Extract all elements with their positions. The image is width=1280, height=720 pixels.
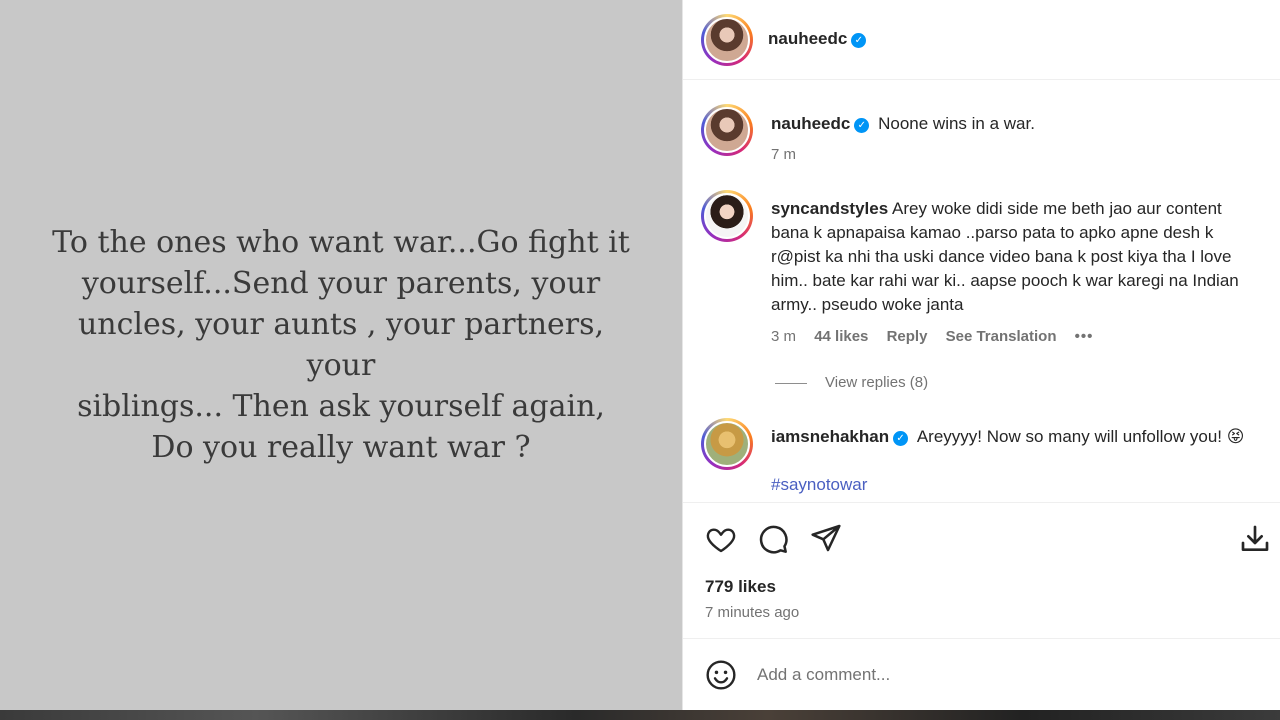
post-time: 7 minutes ago bbox=[705, 604, 800, 621]
quote-line: uncles, your aunts , your partners, your bbox=[77, 307, 605, 383]
likes-count[interactable]: 779 likes bbox=[705, 577, 776, 597]
comment-avatar[interactable] bbox=[701, 190, 753, 242]
post-side-panel: nauheedc ✓ nauheedc ✓ Noone wins in a war.… bbox=[682, 0, 1280, 710]
paper-plane-icon[interactable] bbox=[810, 522, 842, 559]
comment-body: syncandstyles Arey woke didi side me bet… bbox=[771, 197, 1271, 317]
comment-body: iamsnehakhan ✓ Areyyyy! Now so many will … bbox=[771, 425, 1280, 449]
post-actions: 779 likes 7 minutes ago bbox=[683, 502, 1280, 638]
comment-bubble-icon[interactable] bbox=[757, 523, 789, 560]
verified-badge-icon: ✓ bbox=[851, 33, 867, 48]
author-avatar[interactable] bbox=[701, 14, 753, 66]
laughing-emoji-icon: 😝 bbox=[1226, 427, 1245, 446]
caption-text: Noone wins in a war. bbox=[878, 114, 1035, 133]
hashtag-link[interactable]: #saynotowar bbox=[771, 475, 867, 495]
caption: nauheedc ✓ Noone wins in a war. bbox=[771, 112, 1035, 136]
comment-username[interactable]: iamsnehakhan bbox=[771, 427, 889, 446]
verified-badge-icon: ✓ bbox=[893, 431, 909, 446]
comment-bar bbox=[683, 638, 1280, 710]
comment-text: army.. pseudo woke janta bbox=[771, 295, 964, 314]
comment-username[interactable]: syncandstyles bbox=[771, 199, 888, 218]
view-replies-button[interactable]: View replies (8) bbox=[775, 374, 942, 391]
comment-text: r@pist ka nhi tha uski dance video bana … bbox=[771, 247, 1232, 266]
post-image: To the ones who want war...Go fight it y… bbox=[0, 0, 682, 710]
quote-line: yourself...Send your parents, your bbox=[81, 266, 601, 301]
comment-time: 3 m bbox=[771, 328, 797, 345]
post-quote: To the ones who want war...Go fight it y… bbox=[41, 222, 641, 468]
background-strip bbox=[0, 710, 1280, 720]
download-icon[interactable] bbox=[1239, 523, 1271, 560]
comment-text: Arey woke didi side me beth jao aur cont… bbox=[891, 199, 1222, 218]
more-options-icon[interactable]: ••• bbox=[1075, 328, 1094, 345]
verified-badge-icon: ✓ bbox=[854, 118, 870, 133]
comment-text: Areyyyy! Now so many will unfollow you! bbox=[916, 427, 1223, 446]
caption-avatar[interactable] bbox=[701, 104, 753, 156]
quote-line: Do you really want war ? bbox=[151, 430, 531, 465]
header-username[interactable]: nauheedc bbox=[768, 29, 847, 48]
see-translation-button[interactable]: See Translation bbox=[946, 328, 1057, 345]
comment-likes[interactable]: 44 likes bbox=[814, 328, 868, 345]
comment-text: bana k apnapaisa kamao ..parso pata to a… bbox=[771, 223, 1214, 242]
caption-time: 7 m bbox=[771, 146, 797, 163]
reply-button[interactable]: Reply bbox=[887, 328, 928, 345]
comment-input[interactable] bbox=[757, 661, 1237, 689]
comment-meta: 3 m 44 likes Reply See Translation ••• bbox=[771, 328, 1107, 345]
comment-avatar[interactable] bbox=[701, 418, 753, 470]
replies-divider bbox=[775, 382, 807, 384]
quote-line: To the ones who want war...Go fight it bbox=[52, 225, 630, 260]
comment-text: him.. bate kar rahi war ki.. aapse pooch… bbox=[771, 271, 1239, 290]
post-header: nauheedc ✓ bbox=[683, 0, 1280, 80]
caption-username[interactable]: nauheedc bbox=[771, 114, 850, 133]
smiley-icon[interactable] bbox=[705, 659, 737, 696]
view-replies-label: View replies (8) bbox=[825, 374, 929, 391]
quote-line: siblings... Then ask yourself again, bbox=[77, 389, 605, 424]
header-author: nauheedc ✓ bbox=[768, 29, 867, 49]
heart-icon[interactable] bbox=[705, 523, 737, 560]
